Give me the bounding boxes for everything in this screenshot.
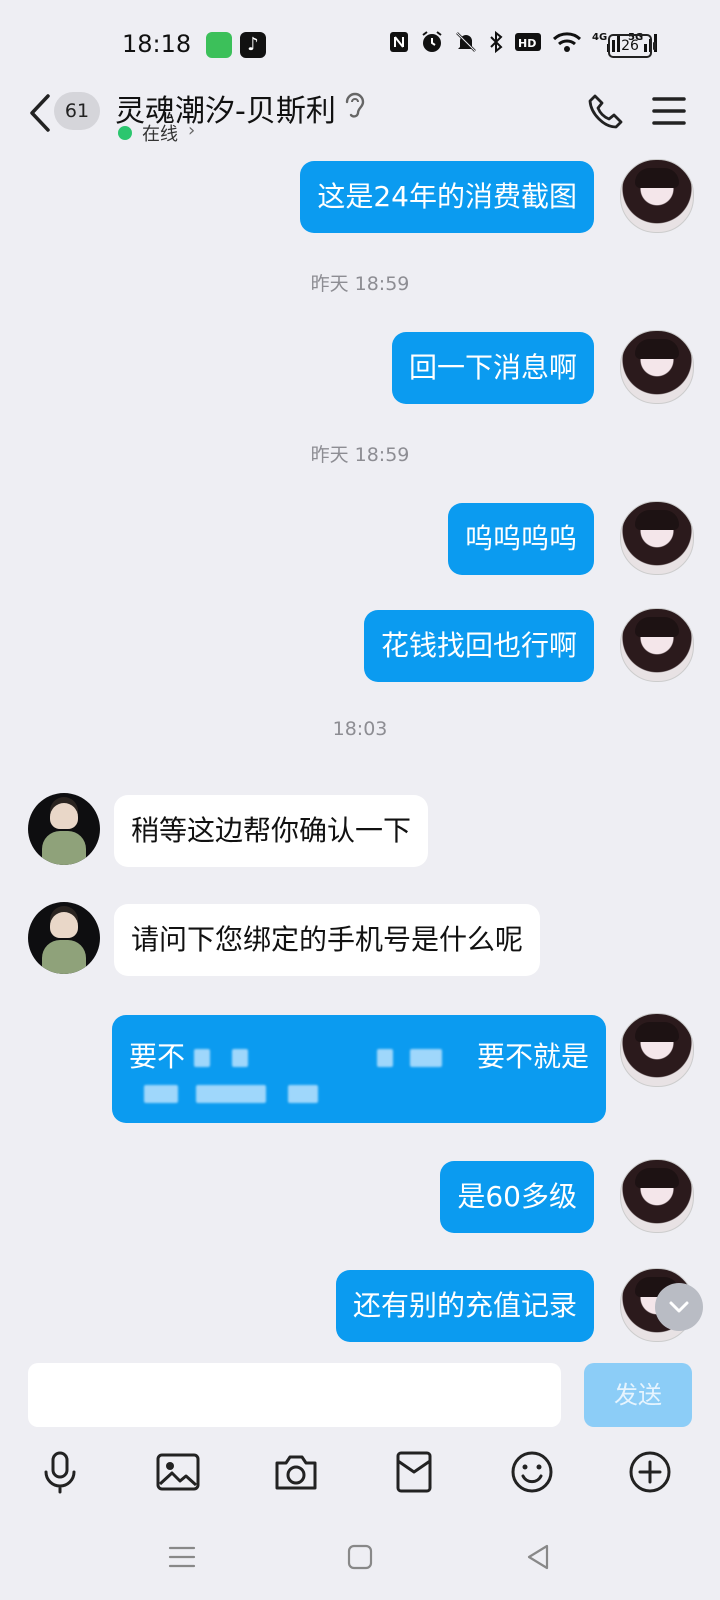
chat-header: 61 灵魂潮汐-贝斯利 在线 › <box>0 90 720 160</box>
my-avatar[interactable] <box>620 159 694 233</box>
message-bubble-other[interactable]: 稍等这边帮你确认一下 <box>114 795 429 867</box>
message-bubble-me[interactable]: 回一下消息啊 <box>391 332 594 404</box>
my-avatar[interactable] <box>620 608 694 682</box>
redacted-blur <box>144 1085 178 1103</box>
message-text-end: 要不就是 <box>476 1040 589 1073</box>
send-button[interactable]: 发送 <box>584 1363 692 1427</box>
battery-level: 26 <box>621 38 639 54</box>
red-packet-icon[interactable] <box>390 1448 438 1496</box>
my-avatar[interactable] <box>620 501 694 575</box>
message-text-start: 要不 <box>129 1040 186 1073</box>
wifi-icon <box>552 32 582 52</box>
tiktok-icon: ♪ <box>240 32 266 58</box>
phone-call-icon[interactable] <box>586 92 626 132</box>
image-icon[interactable] <box>154 1448 202 1496</box>
hd-icon: HD <box>515 33 541 51</box>
my-avatar[interactable] <box>620 1013 694 1087</box>
camera-icon[interactable] <box>272 1448 320 1496</box>
redacted-blur <box>377 1049 393 1067</box>
emoji-icon[interactable] <box>508 1448 556 1496</box>
message-bubble-other[interactable]: 请问下您绑定的手机号是什么呢 <box>114 904 541 976</box>
message-bubble-me[interactable]: 这是24年的消费截图 <box>300 161 594 233</box>
message-bubble-me[interactable]: 花钱找回也行啊 <box>363 610 594 682</box>
online-status-text[interactable]: 在线 <box>142 120 178 146</box>
redacted-blur <box>194 1049 210 1067</box>
bluetooth-icon <box>490 30 503 54</box>
contact-avatar[interactable] <box>28 793 100 865</box>
redacted-blur <box>288 1085 318 1103</box>
message-list[interactable]: 这是24年的消费截图 昨天 18:59 回一下消息啊 昨天 18:59 呜呜呜呜… <box>0 158 720 1355</box>
message-input-bar: 发送 <box>0 1355 720 1433</box>
contact-avatar[interactable] <box>28 902 100 974</box>
input-toolbar <box>0 1440 720 1520</box>
status-bar: 18:18 ♪ HD 4G 5G 26 <box>0 0 720 90</box>
message-bubble-me-redacted[interactable]: 要不 要不就是 <box>112 1015 606 1123</box>
message-timestamp: 18:03 <box>332 718 388 740</box>
online-status-dot <box>118 126 132 140</box>
message-bubble-me[interactable]: 是60多级 <box>440 1161 594 1233</box>
message-timestamp: 昨天 18:59 <box>310 444 410 466</box>
chevron-right-icon[interactable]: › <box>188 120 195 141</box>
message-bubble-me[interactable]: 呜呜呜呜 <box>447 503 594 575</box>
alarm-icon <box>422 31 442 52</box>
redacted-blur <box>410 1049 442 1067</box>
redacted-blur <box>232 1049 248 1067</box>
battery-icon: 26 <box>608 34 656 58</box>
chevron-down-icon <box>669 1301 689 1313</box>
system-nav-bar <box>0 1520 720 1600</box>
message-bubble-me[interactable]: 还有别的充值记录 <box>335 1270 594 1342</box>
svg-text:4G: 4G <box>592 32 607 43</box>
recents-menu-icon[interactable] <box>167 1542 197 1572</box>
mute-icon <box>456 32 476 52</box>
nfc-icon <box>390 32 408 52</box>
my-avatar[interactable] <box>620 330 694 404</box>
plus-icon[interactable] <box>626 1448 674 1496</box>
message-input[interactable] <box>28 1363 561 1427</box>
home-square-icon[interactable] <box>345 1542 375 1572</box>
my-avatar[interactable] <box>620 1159 694 1233</box>
svg-text:HD: HD <box>518 37 536 50</box>
back-triangle-icon[interactable] <box>523 1542 553 1572</box>
messages-app-icon <box>206 32 232 58</box>
unread-count-badge[interactable]: 61 <box>54 92 100 130</box>
microphone-icon[interactable] <box>36 1448 84 1496</box>
scroll-to-bottom-button[interactable] <box>655 1283 703 1331</box>
redacted-blur <box>196 1085 266 1103</box>
ear-icon <box>345 92 365 118</box>
status-time: 18:18 <box>122 30 192 58</box>
menu-icon[interactable] <box>652 96 686 126</box>
message-timestamp: 昨天 18:59 <box>310 273 410 295</box>
